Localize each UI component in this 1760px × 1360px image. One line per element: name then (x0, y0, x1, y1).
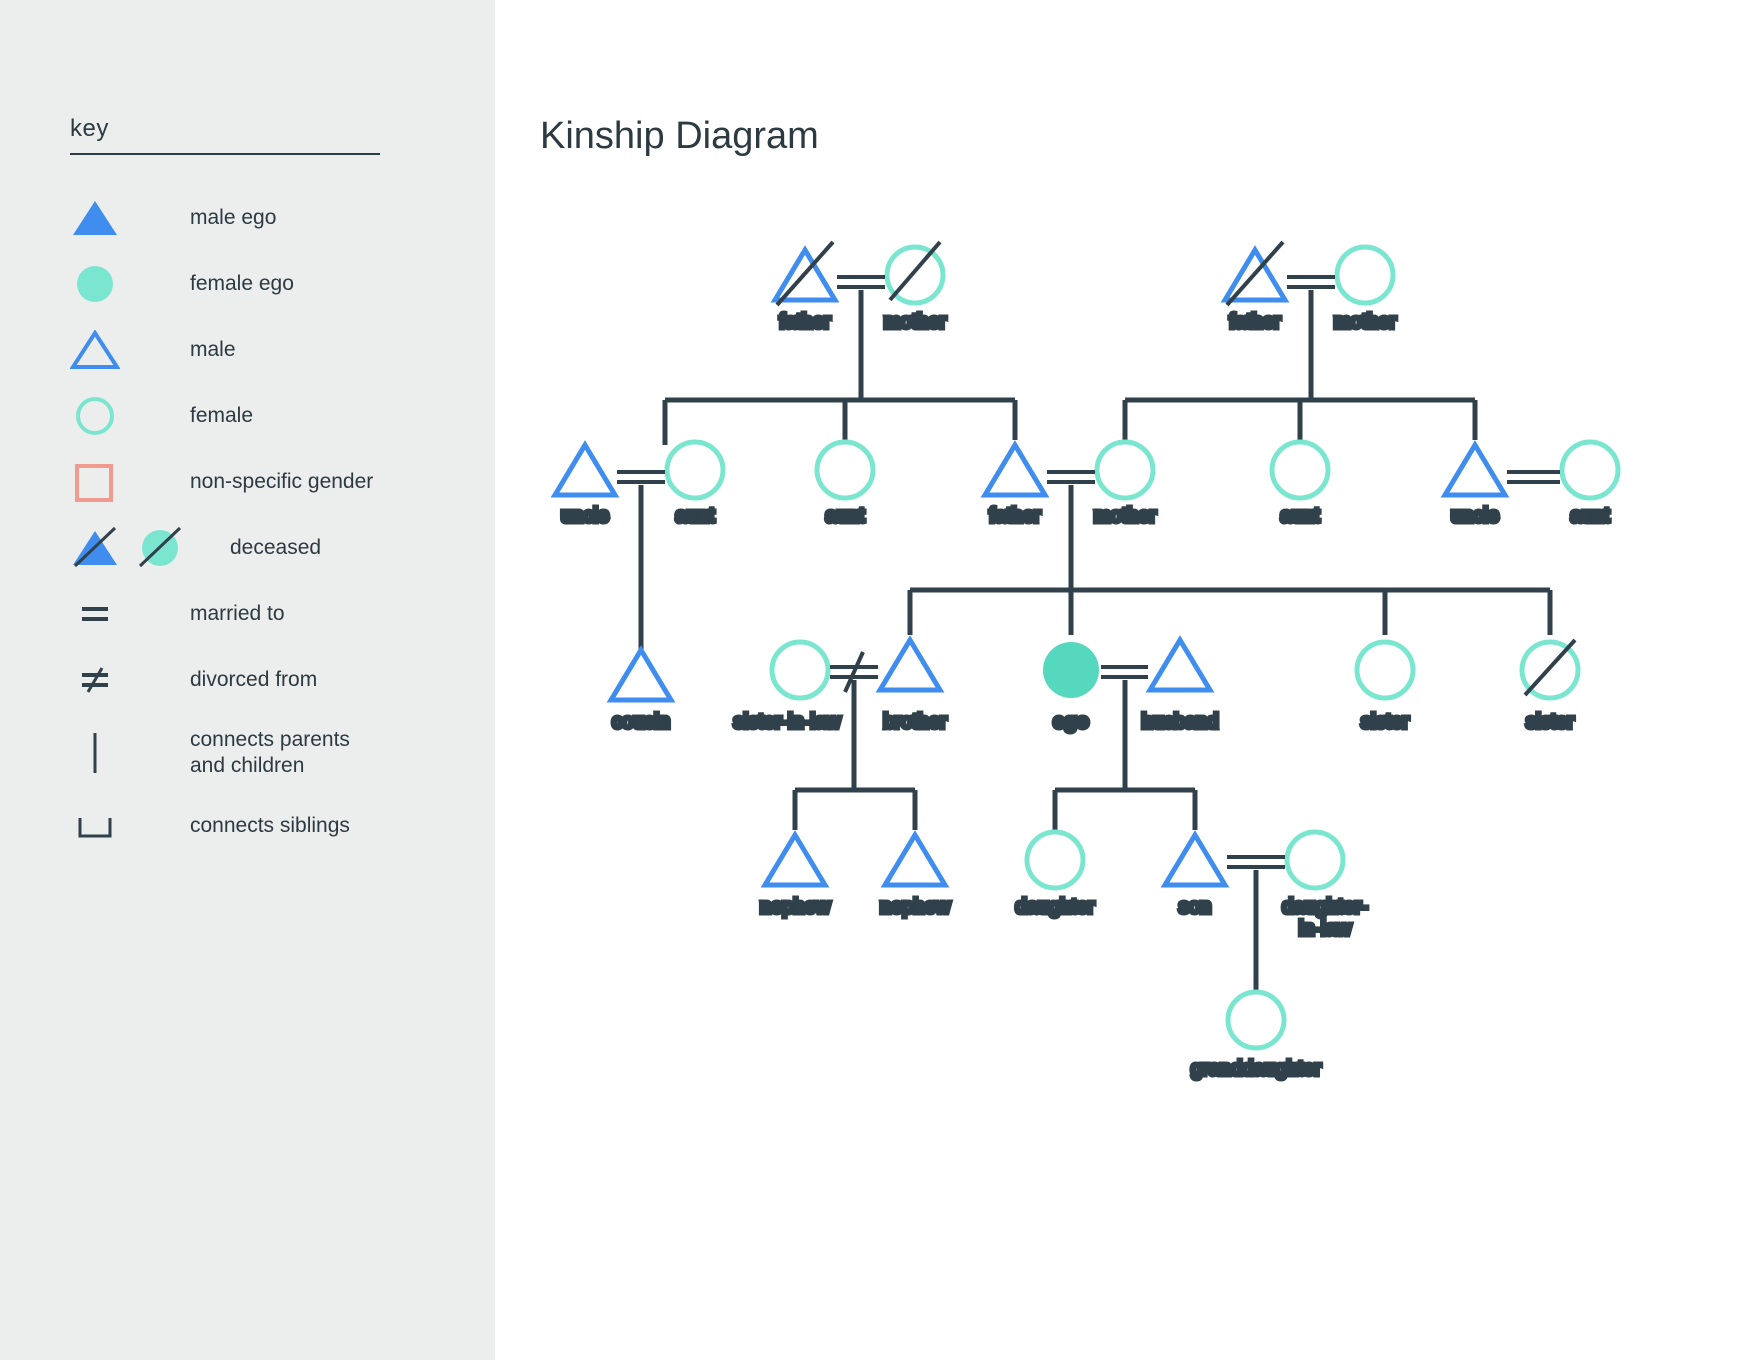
kinship-diagram: father mother father mother (515, 220, 1755, 1320)
label: cousin (612, 711, 670, 733)
diagram-area: Kinship Diagram father mothe (495, 0, 1760, 1360)
legend-label: male (190, 337, 236, 363)
node-daughter (1027, 832, 1083, 888)
node-uncle-l (555, 445, 615, 495)
label-father: father (779, 311, 830, 333)
node-ego (1043, 642, 1099, 698)
label: sister (1361, 711, 1409, 733)
node-granddaughter (1228, 992, 1284, 1048)
diagram-title: Kinship Diagram (540, 115, 819, 158)
legend-label: divorced from (190, 667, 317, 693)
label: nephew (880, 896, 951, 918)
legend-female: female (70, 383, 435, 449)
node-nephew2 (885, 835, 945, 885)
legend-label: non-specific gender (190, 469, 373, 495)
node-aunt-r2 (1562, 442, 1618, 498)
deceased-icon (70, 526, 230, 570)
legend-siblings: connects siblings (70, 793, 435, 859)
label: aunt (676, 505, 715, 527)
label: granddaughter (1191, 1058, 1321, 1080)
label: aunt (826, 505, 865, 527)
node-cousin (611, 650, 671, 700)
legend-label: female ego (190, 271, 294, 297)
vertical-line-icon (70, 728, 190, 778)
square-outline-icon (70, 462, 190, 502)
label: husband (1142, 711, 1219, 733)
node-father (985, 445, 1045, 495)
page: key male ego female ego male (0, 0, 1760, 1360)
label: aunt (1571, 505, 1610, 527)
label: brother (883, 711, 947, 733)
label: nephew (760, 896, 831, 918)
legend-label: married to (190, 601, 285, 627)
label-mother: mother (1334, 311, 1397, 333)
node-aunt-r (1272, 442, 1328, 498)
node-mother (1097, 442, 1153, 498)
node-brother (880, 640, 940, 690)
triangle-outline-icon (70, 330, 190, 370)
label: son (1179, 896, 1211, 918)
node-nephew1 (765, 835, 825, 885)
legend-label: male ego (190, 205, 276, 231)
legend-married: married to (70, 581, 435, 647)
label: aunt (1281, 505, 1320, 527)
node-uncle-r (1445, 445, 1505, 495)
legend-parent-child: connects parents and children (70, 713, 435, 793)
not-equals-icon (70, 660, 190, 700)
equals-icon (70, 594, 190, 634)
label-dil-l2: in-law (1299, 918, 1352, 940)
node-dil (1287, 832, 1343, 888)
label: uncle (561, 505, 609, 527)
bracket-icon (70, 806, 190, 846)
node-son (1165, 835, 1225, 885)
legend-nonspecific: non-specific gender (70, 449, 435, 515)
legend-label: female (190, 403, 253, 429)
legend-deceased: deceased (70, 515, 435, 581)
legend-label: deceased (230, 535, 321, 561)
label: daughter (1016, 896, 1095, 918)
label: ego (1053, 711, 1089, 733)
legend-male-ego: male ego (70, 185, 435, 251)
circle-filled-icon (70, 264, 190, 304)
label: uncle (1451, 505, 1499, 527)
node-aunt-l2 (817, 442, 873, 498)
label-mother: mother (884, 311, 947, 333)
legend-list: male ego female ego male female (70, 185, 435, 859)
legend-heading: key (70, 115, 380, 155)
label: sister (1526, 711, 1574, 733)
triangle-filled-icon (70, 198, 190, 238)
node-husband (1150, 640, 1210, 690)
node-aunt-l1 (667, 442, 723, 498)
legend-label: connects siblings (190, 813, 350, 839)
node-sister1 (1357, 642, 1413, 698)
circle-outline-icon (70, 396, 190, 436)
label: mother (1094, 505, 1157, 527)
legend-female-ego: female ego (70, 251, 435, 317)
label: sister-in-law (734, 711, 841, 733)
label-father: father (1229, 311, 1280, 333)
legend-label: connects parents and children (190, 727, 350, 780)
node-sil (772, 642, 828, 698)
label-dil-l1: daughter- (1282, 896, 1368, 918)
label: father (989, 505, 1040, 527)
legend-sidebar: key male ego female ego male (0, 0, 495, 1360)
legend-divorced: divorced from (70, 647, 435, 713)
legend-male: male (70, 317, 435, 383)
